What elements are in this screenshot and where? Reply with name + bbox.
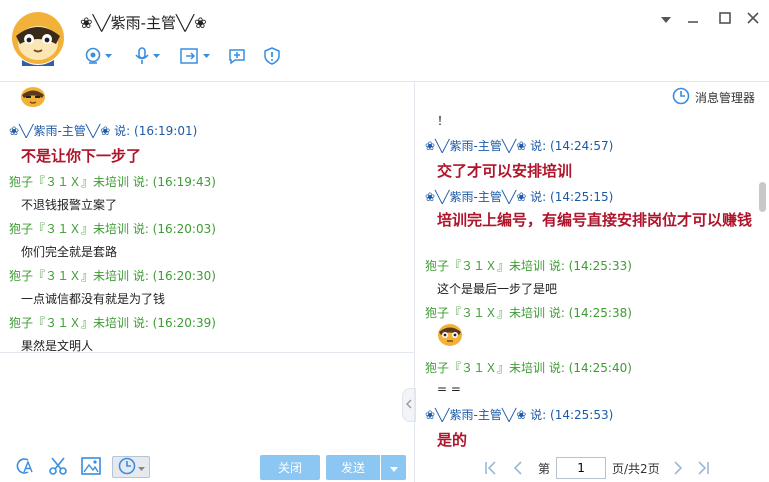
contact-name: ❀╲╱紫雨-主管╲╱❀ xyxy=(80,14,207,32)
message-fragment: ！ xyxy=(437,114,450,128)
message-manager-label: 消息管理器 xyxy=(695,91,756,105)
history-message: 狍子『３１Ｘ』未培训 说: (14:25:40) = = xyxy=(425,359,632,396)
message-text: 不是让你下一步了 xyxy=(21,147,142,165)
page-number-input[interactable] xyxy=(556,457,607,479)
message-text: 这个是最后一步了是吧 xyxy=(437,282,558,296)
message-sender: 狍子『３１Ｘ』未培训 说: (14:25:40) xyxy=(425,361,632,375)
font-button[interactable] xyxy=(13,456,35,478)
page-prefix: 第 xyxy=(538,461,551,476)
history-message: ❀╲╱紫雨-主管╲╱❀ 说: (14:25:53) 是的 xyxy=(425,406,613,450)
message-sender: ❀╲╱紫雨-主管╲╱❀ 说: (14:24:57) xyxy=(425,139,614,153)
maximize-button[interactable] xyxy=(716,10,734,28)
message-sender: ❀╲╱紫雨-主管╲╱❀ 说: (14:25:15) xyxy=(425,190,614,204)
message-sender: 狍子『３１Ｘ』未培训 说: (16:20:03) xyxy=(9,222,216,236)
scrollbar-thumb[interactable] xyxy=(759,182,766,212)
maximize-icon xyxy=(719,11,731,27)
image-icon xyxy=(81,456,101,478)
chevron-left-icon xyxy=(406,398,412,412)
chat-message: 狍子『３１Ｘ』未培训 说: (16:19:43) 不退钱报警立案了 xyxy=(9,173,216,213)
message-sender: 狍子『３１Ｘ』未培训 说: (16:20:30) xyxy=(9,269,216,283)
first-page-button[interactable] xyxy=(480,458,500,478)
close-window-button[interactable] xyxy=(744,10,762,28)
video-call-button[interactable] xyxy=(84,44,112,68)
screenshot-scissors-icon xyxy=(48,456,68,479)
message-sender: ❀╲╱紫雨-主管╲╱❀ 说: (16:19:01) xyxy=(9,124,198,138)
last-page-button[interactable] xyxy=(694,458,714,478)
send-image-button[interactable] xyxy=(80,456,102,478)
microphone-icon xyxy=(134,47,150,65)
history-clock-icon xyxy=(118,457,136,478)
chevron-down-icon xyxy=(105,54,112,58)
history-message: 狍子『３１Ｘ』未培训 说: (14:25:38) xyxy=(425,304,632,321)
history-button[interactable] xyxy=(112,456,150,478)
chat-message: 狍子『３１Ｘ』未培训 说: (16:20:39) 果然是文明人 xyxy=(9,314,216,354)
close-icon xyxy=(747,11,759,27)
clock-icon xyxy=(672,87,690,108)
minimize-icon xyxy=(687,12,699,27)
contact-avatar[interactable] xyxy=(10,8,66,70)
send-button[interactable]: 发送 xyxy=(326,455,380,480)
message-sender: 狍子『３１Ｘ』未培训 说: (16:19:43) xyxy=(9,175,216,189)
send-file-button[interactable] xyxy=(180,44,210,68)
message-sender: 狍子『３１Ｘ』未培训 说: (16:20:39) xyxy=(9,316,216,330)
history-message: 狍子『３１Ｘ』未培训 说: (14:25:33) 这个是最后一步了是吧 xyxy=(425,257,632,297)
message-text: 一点诚信都没有就是为了钱 xyxy=(21,292,166,306)
close-chat-button[interactable]: 关闭 xyxy=(260,455,320,480)
emoji-sticker xyxy=(20,86,46,110)
chat-message: ❀╲╱紫雨-主管╲╱❀ 说: (16:19:01) 不是让你下一步了 xyxy=(9,122,197,166)
voice-call-button[interactable] xyxy=(134,44,160,68)
message-sender: ❀╲╱紫雨-主管╲╱❀ 说: (14:25:53) xyxy=(425,408,614,422)
message-text: 不退钱报警立案了 xyxy=(21,198,118,212)
page-suffix: 页/共2页 xyxy=(612,461,660,476)
security-button[interactable] xyxy=(264,44,280,68)
message-text: 你们完全就是套路 xyxy=(21,245,118,259)
message-manager-link[interactable]: 消息管理器 xyxy=(672,87,755,108)
next-page-button[interactable] xyxy=(668,458,688,478)
security-shield-icon xyxy=(264,47,280,65)
camera-icon xyxy=(84,47,102,65)
chevron-down-icon xyxy=(137,460,145,474)
prev-page-button[interactable] xyxy=(508,458,528,478)
chevron-down-icon xyxy=(203,54,210,58)
message-text: 交了才可以安排培训 xyxy=(437,162,573,180)
menu-dropdown-button[interactable] xyxy=(657,10,675,28)
remote-assist-icon xyxy=(228,47,246,65)
emoji-sticker xyxy=(437,323,463,347)
history-pager: 第 页/共2页 xyxy=(480,456,714,480)
dropdown-icon xyxy=(661,12,671,26)
send-file-icon xyxy=(180,48,200,64)
font-icon xyxy=(14,456,34,479)
message-text: 培训完上编号，有编号直接安排岗位才可以赚钱 xyxy=(437,211,753,229)
message-sender: 狍子『３１Ｘ』未培训 说: (14:25:38) xyxy=(425,306,632,320)
chat-message: 狍子『３１Ｘ』未培训 说: (16:20:30) 一点诚信都没有就是为了钱 xyxy=(9,267,216,307)
minimize-button[interactable] xyxy=(684,10,702,28)
message-sender: 狍子『３１Ｘ』未培训 说: (14:25:33) xyxy=(425,259,632,273)
chevron-down-icon xyxy=(153,54,160,58)
chevron-down-icon xyxy=(389,461,398,475)
chat-message: 狍子『３１Ｘ』未培训 说: (16:20:03) 你们完全就是套路 xyxy=(9,220,216,260)
remote-assist-button[interactable] xyxy=(228,44,246,68)
history-message: ❀╲╱紫雨-主管╲╱❀ 说: (14:25:15) 培训完上编号，有编号直接安排… xyxy=(425,188,753,230)
history-message: ❀╲╱紫雨-主管╲╱❀ 说: (14:24:57) 交了才可以安排培训 xyxy=(425,137,613,181)
message-text: = = xyxy=(437,382,461,396)
send-options-button[interactable] xyxy=(381,455,406,480)
screenshot-button[interactable] xyxy=(47,456,69,478)
message-text: 是的 xyxy=(437,431,468,449)
